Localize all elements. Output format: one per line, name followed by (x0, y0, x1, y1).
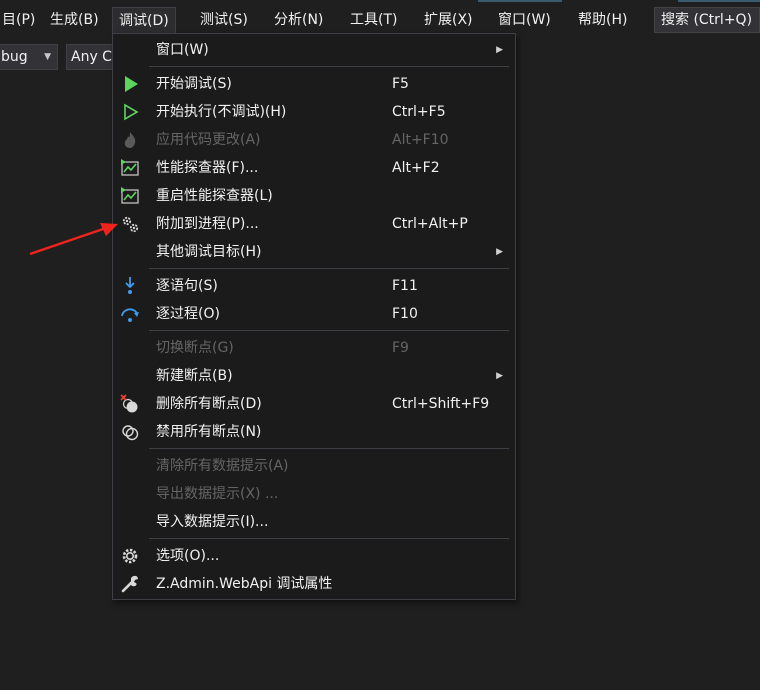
menu-item-shortcut: Alt+F10 (392, 132, 449, 148)
menu-project[interactable]: 目(P) (0, 7, 41, 33)
menu-item-label: 导入数据提示(I)... (156, 514, 269, 530)
menu-item-label: Z.Admin.WebApi 调试属性 (156, 576, 333, 592)
tab-accent (678, 0, 760, 2)
menu-item-export-datatips: 导出数据提示(X) ... (113, 480, 515, 508)
menu-item-clear-all-datatips: 清除所有数据提示(A) (113, 452, 515, 480)
search-box[interactable]: 搜索 (Ctrl+Q) (654, 7, 760, 33)
step-into-icon (119, 275, 141, 297)
menu-analyze[interactable]: 分析(N) (268, 7, 329, 33)
menu-item-delete-all-breakpoints[interactable]: 删除所有断点(D) Ctrl+Shift+F9 (113, 390, 515, 418)
menu-tools[interactable]: 工具(T) (344, 7, 403, 33)
menu-item-label: 重启性能探查器(L) (156, 188, 273, 204)
debug-menu: 窗口(W) ▶ 开始调试(S) F5 开始执行(不调试)(H) Ctrl+F5 … (112, 33, 516, 600)
menu-item-toggle-breakpoint: 切换断点(G) F9 (113, 334, 515, 362)
configuration-value: bug (1, 49, 28, 65)
menu-item-start-without-debugging[interactable]: 开始执行(不调试)(H) Ctrl+F5 (113, 98, 515, 126)
flame-icon (119, 129, 141, 151)
menu-item-label: 删除所有断点(D) (156, 396, 262, 412)
menu-item-label: 其他调试目标(H) (156, 244, 262, 260)
menu-item-label: 附加到进程(P)... (156, 216, 259, 232)
play-outline-icon (119, 101, 141, 123)
menu-item-shortcut: Alt+F2 (392, 160, 440, 176)
menu-item-label: 应用代码更改(A) (156, 132, 261, 148)
menu-item-new-breakpoint[interactable]: 新建断点(B) ▶ (113, 362, 515, 390)
menu-item-label: 导出数据提示(X) ... (156, 486, 279, 502)
menu-item-label: 开始调试(S) (156, 76, 232, 92)
menu-separator (149, 448, 509, 449)
gear-icon (119, 545, 141, 567)
menu-build[interactable]: 生成(B) (44, 7, 105, 33)
menu-window[interactable]: 窗口(W) (492, 7, 557, 33)
wrench-icon (119, 573, 141, 595)
menu-item-step-into[interactable]: 逐语句(S) F11 (113, 272, 515, 300)
menu-item-performance-profiler[interactable]: 性能探查器(F)... Alt+F2 (113, 154, 515, 182)
menu-item-shortcut: F11 (392, 278, 418, 294)
menu-separator (149, 330, 509, 331)
menu-item-shortcut: Ctrl+Shift+F9 (392, 396, 490, 412)
menu-item-label: 窗口(W) (156, 42, 209, 58)
menu-item-disable-all-breakpoints[interactable]: 禁用所有断点(N) (113, 418, 515, 446)
annotation-arrow-icon (29, 223, 118, 256)
menu-item-label: 逐过程(O) (156, 306, 220, 322)
menu-separator (149, 66, 509, 67)
menu-help[interactable]: 帮助(H) (572, 7, 633, 33)
menu-item-label: 禁用所有断点(N) (156, 424, 262, 440)
menu-item-import-datatips[interactable]: 导入数据提示(I)... (113, 508, 515, 536)
menu-debug[interactable]: 调试(D) (112, 7, 176, 35)
performance-chart-icon (119, 185, 141, 207)
menu-item-shortcut: Ctrl+F5 (392, 104, 446, 120)
menu-item-attach-to-process[interactable]: 附加到进程(P)... Ctrl+Alt+P (113, 210, 515, 238)
submenu-arrow-icon: ▶ (496, 247, 503, 257)
step-over-icon (119, 303, 141, 325)
performance-chart-icon (119, 157, 141, 179)
menu-item-options[interactable]: 选项(O)... (113, 542, 515, 570)
menu-item-restart-profiler[interactable]: 重启性能探查器(L) (113, 182, 515, 210)
menu-item-label: 清除所有数据提示(A) (156, 458, 289, 474)
menu-item-apply-code-changes: 应用代码更改(A) Alt+F10 (113, 126, 515, 154)
menu-item-label: 逐语句(S) (156, 278, 218, 294)
menu-item-start-debugging[interactable]: 开始调试(S) F5 (113, 70, 515, 98)
delete-breakpoints-icon (119, 393, 141, 415)
disable-breakpoints-icon (119, 421, 141, 443)
menu-item-debug-properties[interactable]: Z.Admin.WebApi 调试属性 (113, 570, 515, 598)
submenu-arrow-icon: ▶ (496, 45, 503, 55)
menu-test[interactable]: 测试(S) (194, 7, 254, 33)
submenu-arrow-icon: ▶ (496, 371, 503, 381)
chevron-down-icon: ▼ (44, 52, 51, 62)
menu-item-step-over[interactable]: 逐过程(O) F10 (113, 300, 515, 328)
menu-item-shortcut: F10 (392, 306, 418, 322)
configuration-dropdown[interactable]: bug ▼ (0, 44, 58, 70)
menu-item-shortcut: Ctrl+Alt+P (392, 216, 468, 232)
menu-extensions[interactable]: 扩展(X) (418, 7, 479, 33)
menu-item-other-debug-targets[interactable]: 其他调试目标(H) ▶ (113, 238, 515, 266)
menu-item-label: 切换断点(G) (156, 340, 234, 356)
menu-item-window[interactable]: 窗口(W) ▶ (113, 36, 515, 64)
menu-item-label: 选项(O)... (156, 548, 220, 564)
menu-item-shortcut: F5 (392, 76, 409, 92)
menu-item-label: 新建断点(B) (156, 368, 233, 384)
menu-item-label: 性能探查器(F)... (156, 160, 259, 176)
menu-item-shortcut: F9 (392, 340, 409, 356)
menu-item-label: 开始执行(不调试)(H) (156, 104, 287, 120)
tab-accent (478, 0, 562, 2)
menu-separator (149, 538, 509, 539)
play-filled-icon (119, 73, 141, 95)
platform-value: Any C (71, 49, 112, 65)
menu-separator (149, 268, 509, 269)
